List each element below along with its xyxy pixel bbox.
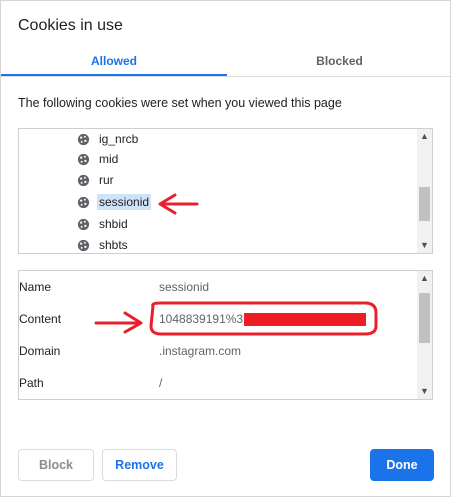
dialog-title: Cookies in use <box>18 17 123 34</box>
detail-value-path: / <box>159 376 163 390</box>
cookie-name: shbts <box>99 238 128 252</box>
detail-value-name: sessionid <box>159 280 210 294</box>
detail-row-content: Content 1048839191%3 <box>19 309 419 329</box>
cookie-icon <box>77 196 90 208</box>
cookie-list-scrollbar[interactable]: ▲ ▼ <box>417 129 432 253</box>
detail-label-name: Name <box>19 280 52 294</box>
cookie-icon <box>77 133 90 145</box>
tab-bar: Allowed Blocked <box>1 48 450 78</box>
cookie-item-mid[interactable]: mid <box>77 149 120 169</box>
cookies-dialog: Cookies in use Allowed Blocked The follo… <box>0 0 451 497</box>
tab-divider <box>1 76 450 77</box>
chevron-up-icon[interactable]: ▲ <box>417 271 432 286</box>
detail-row-domain: Domain .instagram.com <box>19 341 419 361</box>
cookie-item-ig-nrcb[interactable]: ig_nrcb <box>77 129 140 149</box>
cookie-item-shbid[interactable]: shbid <box>77 214 130 234</box>
chevron-down-icon[interactable]: ▼ <box>417 384 432 399</box>
cookie-item-shbts[interactable]: shbts <box>77 235 130 253</box>
chevron-down-icon[interactable]: ▼ <box>417 238 432 253</box>
detail-value-content: 1048839191%3 <box>159 312 244 326</box>
detail-label-domain: Domain <box>19 344 61 358</box>
cookie-name: rur <box>99 173 114 187</box>
block-button[interactable]: Block <box>18 449 94 481</box>
done-button[interactable]: Done <box>370 449 434 481</box>
details-scrollbar[interactable]: ▲ ▼ <box>417 271 432 399</box>
cookie-icon <box>77 239 90 251</box>
cookie-name: ig_nrcb <box>99 132 139 146</box>
detail-value-content-wrap: 1048839191%3 <box>159 309 367 329</box>
remove-button[interactable]: Remove <box>102 449 177 481</box>
detail-row-path: Path / <box>19 373 419 393</box>
detail-label-path: Path <box>19 376 44 390</box>
cookies-description: The following cookies were set when you … <box>18 96 342 110</box>
cookie-item-sessionid[interactable]: sessionid <box>77 192 152 212</box>
cookie-icon <box>77 153 90 165</box>
redaction-block <box>244 313 367 327</box>
cookie-icon <box>77 174 90 186</box>
cookie-list[interactable]: ig_nrcb mid rur sessionid shbid shbts ▲ … <box>18 128 433 254</box>
chevron-up-icon[interactable]: ▲ <box>417 129 432 144</box>
detail-value-domain: .instagram.com <box>159 344 242 358</box>
cookie-name: shbid <box>99 217 128 231</box>
cookie-icon <box>77 218 90 230</box>
cookie-details-panel: Name sessionid Content 1048839191%3 Doma… <box>18 270 433 400</box>
scrollbar-thumb[interactable] <box>419 293 430 343</box>
detail-label-content: Content <box>19 312 62 326</box>
tab-blocked[interactable]: Blocked <box>227 48 450 76</box>
detail-row-name: Name sessionid <box>19 277 419 297</box>
scrollbar-thumb[interactable] <box>419 187 430 221</box>
cookie-name: mid <box>99 152 119 166</box>
cookie-name: sessionid <box>97 194 152 210</box>
cookie-item-rur[interactable]: rur <box>77 170 116 190</box>
tab-allowed[interactable]: Allowed <box>1 48 227 76</box>
